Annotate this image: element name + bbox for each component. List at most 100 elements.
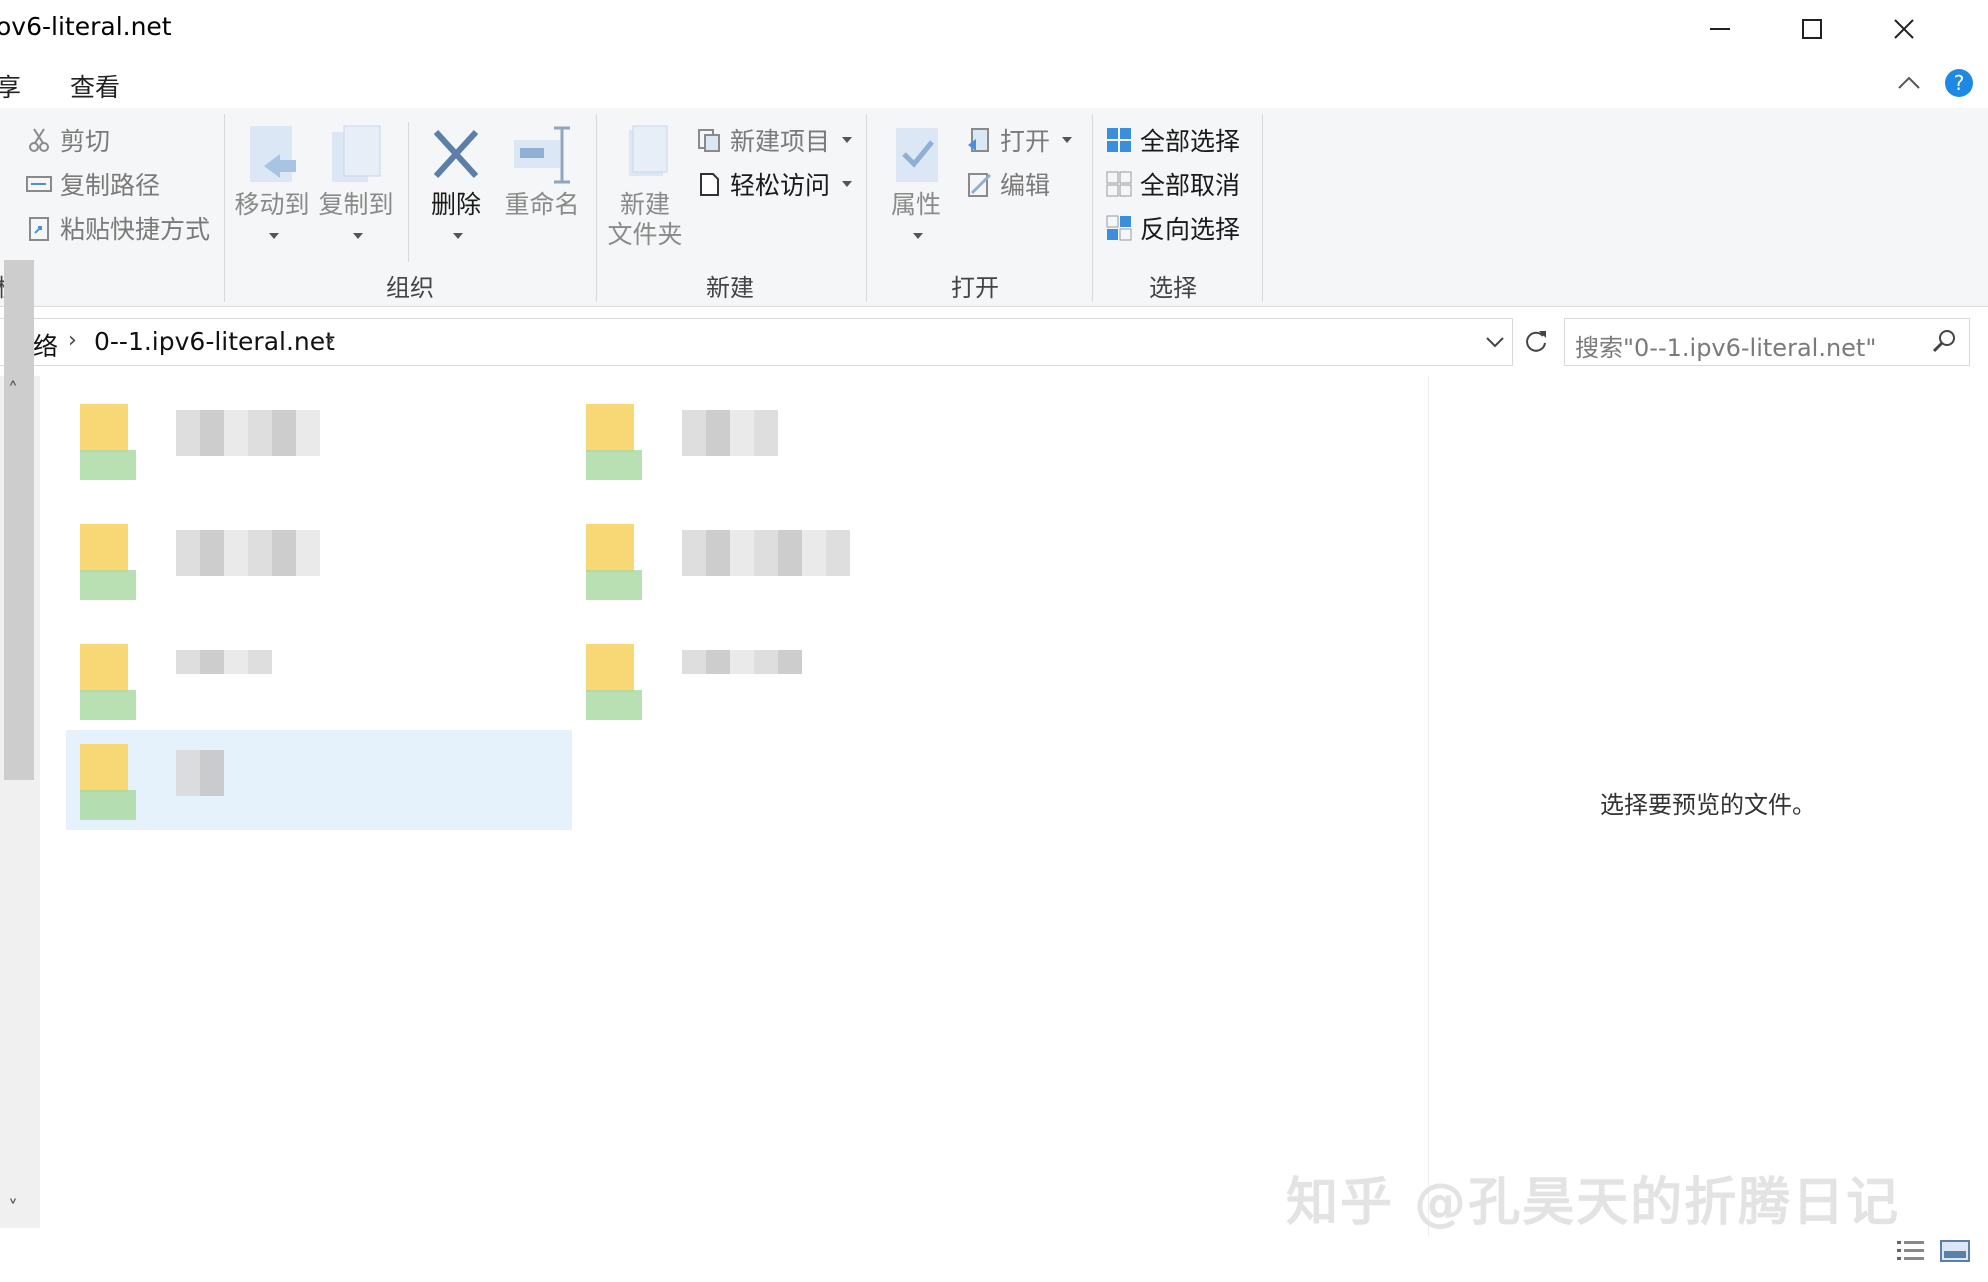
chevron-right-icon[interactable]: ›	[68, 328, 77, 353]
maximize-button[interactable]	[1766, 0, 1858, 58]
address-bar-row: 网络 › 0--1.ipv6-literal.net › 搜索"0--1.ipv…	[0, 318, 1988, 368]
easy-access-button[interactable]: 轻松访问	[696, 166, 853, 202]
help-button[interactable]: ?	[1944, 68, 1974, 102]
new-folder-button[interactable]: 新建 文件夹	[600, 124, 690, 250]
group-label-new: 新建	[706, 274, 754, 302]
scrollbar-thumb[interactable]	[4, 260, 34, 780]
title-bar: ov6-literal.net	[0, 0, 1988, 58]
rename-icon	[514, 126, 570, 184]
ribbon-separator	[1092, 114, 1093, 302]
list-item-selected[interactable]	[66, 730, 572, 830]
move-to-icon	[250, 126, 296, 182]
select-none-label: 全部取消	[1140, 171, 1241, 200]
cut-button[interactable]: 剪切	[26, 122, 110, 158]
folder-name-redacted	[176, 410, 320, 456]
new-folder-label-2: 文件夹	[607, 220, 683, 249]
close-icon	[1894, 19, 1914, 39]
maximize-icon	[1802, 19, 1822, 39]
list-item[interactable]	[66, 510, 356, 610]
folder-name-redacted	[682, 530, 850, 576]
select-all-button[interactable]: 全部选择	[1106, 122, 1240, 158]
close-button[interactable]	[1858, 0, 1950, 58]
cut-label: 剪切	[60, 127, 111, 156]
new-folder-label-1: 新建	[619, 190, 670, 219]
refresh-button[interactable]	[1518, 318, 1554, 364]
folder-name-redacted	[176, 750, 224, 796]
open-button[interactable]: 打开	[966, 122, 1073, 158]
file-list[interactable]	[0, 376, 1428, 1236]
dropdown-caret-icon	[842, 181, 853, 187]
copy-to-label: 复制到	[318, 190, 394, 219]
group-label-select: 选择	[1149, 274, 1197, 302]
list-item[interactable]	[572, 510, 862, 610]
dropdown-caret-icon	[353, 233, 363, 239]
folder-icon	[80, 744, 140, 820]
invert-selection-icon	[1106, 215, 1132, 241]
chevron-up-icon	[1898, 76, 1920, 89]
collapse-ribbon-button[interactable]	[1896, 70, 1922, 100]
large-icons-view-button[interactable]	[1940, 1238, 1970, 1268]
help-icon: ?	[1945, 69, 1973, 97]
invert-selection-label: 反向选择	[1140, 215, 1241, 244]
open-label: 打开	[1000, 127, 1051, 156]
folder-icon	[586, 524, 646, 600]
move-to-button[interactable]: 移动到	[234, 124, 310, 250]
invert-selection-button[interactable]: 反向选择	[1106, 210, 1240, 246]
minimize-icon	[1710, 28, 1730, 30]
breadcrumb-host[interactable]: 0--1.ipv6-literal.net	[94, 327, 335, 356]
rename-label: 重命名	[504, 190, 580, 219]
address-bar[interactable]: 网络 › 0--1.ipv6-literal.net ›	[0, 318, 1513, 366]
scroll-up-icon[interactable]: ˄	[8, 378, 18, 402]
new-item-icon	[698, 129, 720, 152]
rename-button[interactable]: 重命名	[500, 124, 584, 220]
copy-to-button[interactable]: 复制到	[318, 124, 394, 250]
delete-button[interactable]: 删除	[418, 124, 494, 250]
ribbon-tabs: 享 查看 ?	[0, 58, 1988, 109]
scroll-down-icon[interactable]: ˅	[8, 1196, 18, 1220]
edit-button[interactable]: 编辑	[966, 166, 1050, 202]
easy-access-icon	[700, 173, 719, 196]
folder-name-redacted	[682, 410, 778, 456]
refresh-icon	[1526, 331, 1546, 352]
select-none-button[interactable]: 全部取消	[1106, 166, 1240, 202]
copy-path-icon	[26, 176, 52, 192]
group-label-organize: 组织	[386, 274, 434, 302]
list-item[interactable]	[572, 390, 862, 490]
new-folder-icon	[629, 125, 668, 176]
list-item[interactable]	[66, 630, 356, 730]
address-history-dropdown[interactable]	[1484, 331, 1506, 357]
chevron-right-icon[interactable]: ›	[326, 328, 335, 353]
copy-path-button[interactable]: 复制路径	[26, 166, 160, 202]
folder-icon	[586, 644, 646, 720]
select-none-icon	[1106, 171, 1132, 197]
delete-x-icon	[433, 129, 479, 179]
dropdown-caret-icon	[269, 233, 279, 239]
watermark: 知乎 @孔昊天的折腾日记	[1286, 1173, 1901, 1233]
paste-shortcut-button[interactable]: 粘贴快捷方式	[26, 210, 210, 246]
folder-name-redacted	[176, 530, 320, 576]
list-item[interactable]	[572, 630, 862, 730]
tab-view[interactable]: 查看	[70, 68, 120, 104]
scissors-icon	[29, 128, 49, 152]
details-view-button[interactable]	[1896, 1238, 1926, 1268]
new-item-button[interactable]: 新建项目	[696, 122, 853, 158]
search-icon[interactable]	[1931, 327, 1959, 359]
edit-label: 编辑	[1000, 171, 1051, 200]
properties-button[interactable]: 属性	[876, 124, 956, 250]
preview-message: 选择要预览的文件。	[1600, 791, 1816, 819]
folder-name-redacted	[682, 650, 802, 674]
dropdown-caret-icon	[1062, 137, 1073, 143]
dropdown-caret-icon	[913, 233, 923, 239]
easy-access-label: 轻松访问	[730, 171, 831, 200]
details-view-icon	[1897, 1241, 1924, 1260]
minimize-button[interactable]	[1674, 0, 1766, 58]
delete-label: 删除	[430, 190, 481, 219]
large-icons-view-icon	[1940, 1240, 1970, 1262]
open-icon	[968, 128, 989, 152]
search-box[interactable]: 搜索"0--1.ipv6-literal.net"	[1564, 318, 1970, 366]
tab-share[interactable]: 享	[0, 68, 21, 104]
copy-to-icon	[332, 125, 381, 182]
properties-label: 属性	[890, 190, 941, 219]
select-all-label: 全部选择	[1140, 127, 1241, 156]
list-item[interactable]	[66, 390, 356, 490]
